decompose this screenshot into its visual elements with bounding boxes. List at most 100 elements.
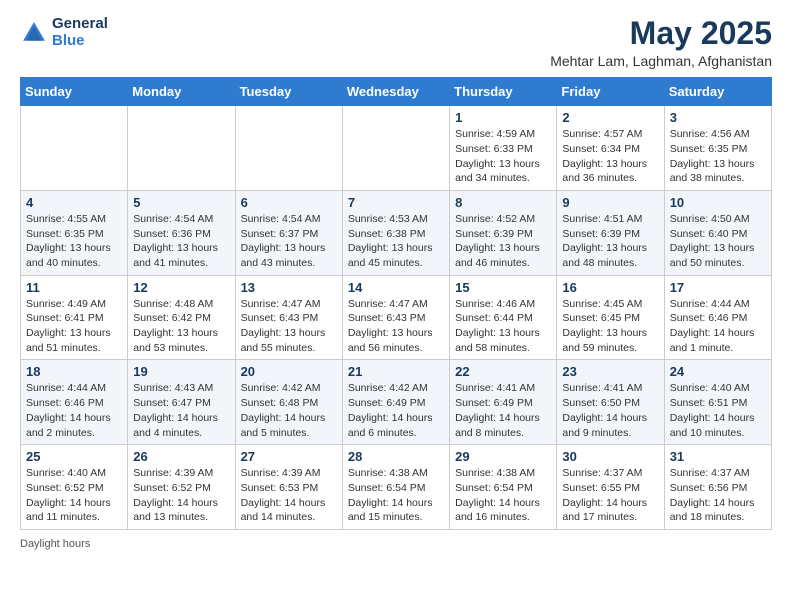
calendar-cell-w2-d5: 16Sunrise: 4:45 AM Sunset: 6:45 PM Dayli… xyxy=(557,275,664,360)
calendar-cell-w0-d1 xyxy=(128,106,235,191)
day-number: 22 xyxy=(455,364,551,379)
day-info: Sunrise: 4:47 AM Sunset: 6:43 PM Dayligh… xyxy=(348,297,444,356)
day-number: 6 xyxy=(241,195,337,210)
day-info: Sunrise: 4:38 AM Sunset: 6:54 PM Dayligh… xyxy=(348,466,444,525)
day-info: Sunrise: 4:54 AM Sunset: 6:36 PM Dayligh… xyxy=(133,212,229,271)
calendar-cell-w2-d4: 15 Sunrise: 4:46 AM Sunset: 6:44 PM Dayli… xyxy=(450,275,557,360)
day-number: 5 xyxy=(133,195,229,210)
logo-text: General Blue xyxy=(52,16,108,49)
day-info: Sunrise: 4:47 AM Sunset: 6:43 PM Dayligh… xyxy=(241,297,337,356)
page: General Blue May 2025 Mehtar Lam, Laghma… xyxy=(0,0,792,566)
day-number: 21 xyxy=(348,364,444,379)
calendar-cell-w3-d5: 23Sunrise: 4:41 AM Sunset: 6:50 PM Dayli… xyxy=(557,360,664,445)
day-number: 7 xyxy=(348,195,444,210)
logo: General Blue xyxy=(20,16,108,49)
logo-blue: Blue xyxy=(52,33,108,50)
day-info: Sunrise: 4:45 AM Sunset: 6:45 PM Dayligh… xyxy=(562,297,658,356)
calendar-cell-w3-d1: 19 Sunrise: 4:43 AM Sunset: 6:47 PM Dayli… xyxy=(128,360,235,445)
day-info: Sunrise: 4:59 AM Sunset: 6:33 PM Dayligh… xyxy=(455,127,551,186)
title-block: May 2025 Mehtar Lam, Laghman, Afghanista… xyxy=(550,16,772,69)
subtitle: Mehtar Lam, Laghman, Afghanistan xyxy=(550,53,772,69)
day-info: Sunrise: 4:48 AM Sunset: 6:42 PM Dayligh… xyxy=(133,297,229,356)
day-number: 10 xyxy=(670,195,766,210)
day-number: 29 xyxy=(455,449,551,464)
day-info: Sunrise: 4:41 AM Sunset: 6:49 PM Dayligh… xyxy=(455,381,551,440)
calendar-cell-w0-d5: 2 Sunrise: 4:57 AM Sunset: 6:34 PM Daylig… xyxy=(557,106,664,191)
calendar-table: SundayMondayTuesdayWednesdayThursdayFrid… xyxy=(20,77,772,530)
day-info: Sunrise: 4:52 AM Sunset: 6:39 PM Dayligh… xyxy=(455,212,551,271)
calendar-cell-w2-d2: 13Sunrise: 4:47 AM Sunset: 6:43 PM Dayli… xyxy=(235,275,342,360)
day-number: 26 xyxy=(133,449,229,464)
col-header-tuesday: Tuesday xyxy=(235,78,342,106)
day-info: Sunrise: 4:38 AM Sunset: 6:54 PM Dayligh… xyxy=(455,466,551,525)
day-number: 31 xyxy=(670,449,766,464)
calendar-cell-w2-d3: 14 Sunrise: 4:47 AM Sunset: 6:43 PM Dayli… xyxy=(342,275,449,360)
day-info: Sunrise: 4:37 AM Sunset: 6:56 PM Dayligh… xyxy=(670,466,766,525)
calendar-cell-w3-d0: 18 Sunrise: 4:44 AM Sunset: 6:46 PM Dayli… xyxy=(21,360,128,445)
calendar-cell-w1-d6: 10Sunrise: 4:50 AM Sunset: 6:40 PM Dayli… xyxy=(664,190,771,275)
day-info: Sunrise: 4:42 AM Sunset: 6:49 PM Dayligh… xyxy=(348,381,444,440)
day-number: 4 xyxy=(26,195,122,210)
day-number: 17 xyxy=(670,280,766,295)
day-number: 3 xyxy=(670,110,766,125)
calendar-cell-w1-d1: 5 Sunrise: 4:54 AM Sunset: 6:36 PM Daylig… xyxy=(128,190,235,275)
footer-daylight: Daylight hours xyxy=(20,538,90,550)
calendar-cell-w0-d0 xyxy=(21,106,128,191)
calendar-cell-w3-d6: 24Sunrise: 4:40 AM Sunset: 6:51 PM Dayli… xyxy=(664,360,771,445)
calendar-cell-w0-d2 xyxy=(235,106,342,191)
calendar-cell-w0-d4: 1Sunrise: 4:59 AM Sunset: 6:33 PM Daylig… xyxy=(450,106,557,191)
calendar-cell-w3-d4: 22 Sunrise: 4:41 AM Sunset: 6:49 PM Dayli… xyxy=(450,360,557,445)
calendar-cell-w0-d6: 3Sunrise: 4:56 AM Sunset: 6:35 PM Daylig… xyxy=(664,106,771,191)
day-info: Sunrise: 4:51 AM Sunset: 6:39 PM Dayligh… xyxy=(562,212,658,271)
col-header-wednesday: Wednesday xyxy=(342,78,449,106)
calendar-cell-w4-d6: 31 Sunrise: 4:37 AM Sunset: 6:56 PM Dayli… xyxy=(664,445,771,530)
day-number: 8 xyxy=(455,195,551,210)
calendar-cell-w2-d0: 11 Sunrise: 4:49 AM Sunset: 6:41 PM Dayli… xyxy=(21,275,128,360)
day-number: 28 xyxy=(348,449,444,464)
day-number: 2 xyxy=(562,110,658,125)
day-number: 19 xyxy=(133,364,229,379)
day-info: Sunrise: 4:55 AM Sunset: 6:35 PM Dayligh… xyxy=(26,212,122,271)
day-info: Sunrise: 4:49 AM Sunset: 6:41 PM Dayligh… xyxy=(26,297,122,356)
calendar-cell-w1-d5: 9 Sunrise: 4:51 AM Sunset: 6:39 PM Daylig… xyxy=(557,190,664,275)
day-number: 27 xyxy=(241,449,337,464)
calendar-cell-w1-d2: 6 Sunrise: 4:54 AM Sunset: 6:37 PM Daylig… xyxy=(235,190,342,275)
day-info: Sunrise: 4:39 AM Sunset: 6:52 PM Dayligh… xyxy=(133,466,229,525)
calendar-cell-w1-d3: 7 Sunrise: 4:53 AM Sunset: 6:38 PM Daylig… xyxy=(342,190,449,275)
day-number: 9 xyxy=(562,195,658,210)
calendar-cell-w2-d1: 12Sunrise: 4:48 AM Sunset: 6:42 PM Dayli… xyxy=(128,275,235,360)
main-title: May 2025 xyxy=(550,16,772,51)
day-info: Sunrise: 4:40 AM Sunset: 6:51 PM Dayligh… xyxy=(670,381,766,440)
day-info: Sunrise: 4:44 AM Sunset: 6:46 PM Dayligh… xyxy=(26,381,122,440)
day-number: 11 xyxy=(26,280,122,295)
calendar-cell-w1-d0: 4 Sunrise: 4:55 AM Sunset: 6:35 PM Daylig… xyxy=(21,190,128,275)
calendar-cell-w2-d6: 17 Sunrise: 4:44 AM Sunset: 6:46 PM Dayli… xyxy=(664,275,771,360)
day-info: Sunrise: 4:39 AM Sunset: 6:53 PM Dayligh… xyxy=(241,466,337,525)
calendar-cell-w4-d4: 29 Sunrise: 4:38 AM Sunset: 6:54 PM Dayli… xyxy=(450,445,557,530)
calendar-cell-w4-d1: 26 Sunrise: 4:39 AM Sunset: 6:52 PM Dayli… xyxy=(128,445,235,530)
col-header-thursday: Thursday xyxy=(450,78,557,106)
logo-icon xyxy=(20,19,48,47)
col-header-sunday: Sunday xyxy=(21,78,128,106)
day-number: 25 xyxy=(26,449,122,464)
day-number: 18 xyxy=(26,364,122,379)
header: General Blue May 2025 Mehtar Lam, Laghma… xyxy=(20,16,772,69)
day-info: Sunrise: 4:44 AM Sunset: 6:46 PM Dayligh… xyxy=(670,297,766,356)
calendar-cell-w1-d4: 8 Sunrise: 4:52 AM Sunset: 6:39 PM Daylig… xyxy=(450,190,557,275)
day-info: Sunrise: 4:43 AM Sunset: 6:47 PM Dayligh… xyxy=(133,381,229,440)
day-number: 15 xyxy=(455,280,551,295)
day-info: Sunrise: 4:40 AM Sunset: 6:52 PM Dayligh… xyxy=(26,466,122,525)
day-info: Sunrise: 4:53 AM Sunset: 6:38 PM Dayligh… xyxy=(348,212,444,271)
calendar-cell-w4-d5: 30Sunrise: 4:37 AM Sunset: 6:55 PM Dayli… xyxy=(557,445,664,530)
calendar-cell-w3-d3: 21 Sunrise: 4:42 AM Sunset: 6:49 PM Dayli… xyxy=(342,360,449,445)
calendar-cell-w4-d2: 27 Sunrise: 4:39 AM Sunset: 6:53 PM Dayli… xyxy=(235,445,342,530)
footer-note: Daylight hours xyxy=(20,538,772,550)
day-info: Sunrise: 4:46 AM Sunset: 6:44 PM Dayligh… xyxy=(455,297,551,356)
day-info: Sunrise: 4:37 AM Sunset: 6:55 PM Dayligh… xyxy=(562,466,658,525)
day-info: Sunrise: 4:57 AM Sunset: 6:34 PM Dayligh… xyxy=(562,127,658,186)
day-info: Sunrise: 4:42 AM Sunset: 6:48 PM Dayligh… xyxy=(241,381,337,440)
day-number: 14 xyxy=(348,280,444,295)
day-info: Sunrise: 4:54 AM Sunset: 6:37 PM Dayligh… xyxy=(241,212,337,271)
calendar-cell-w4-d0: 25 Sunrise: 4:40 AM Sunset: 6:52 PM Dayli… xyxy=(21,445,128,530)
calendar-cell-w3-d2: 20Sunrise: 4:42 AM Sunset: 6:48 PM Dayli… xyxy=(235,360,342,445)
